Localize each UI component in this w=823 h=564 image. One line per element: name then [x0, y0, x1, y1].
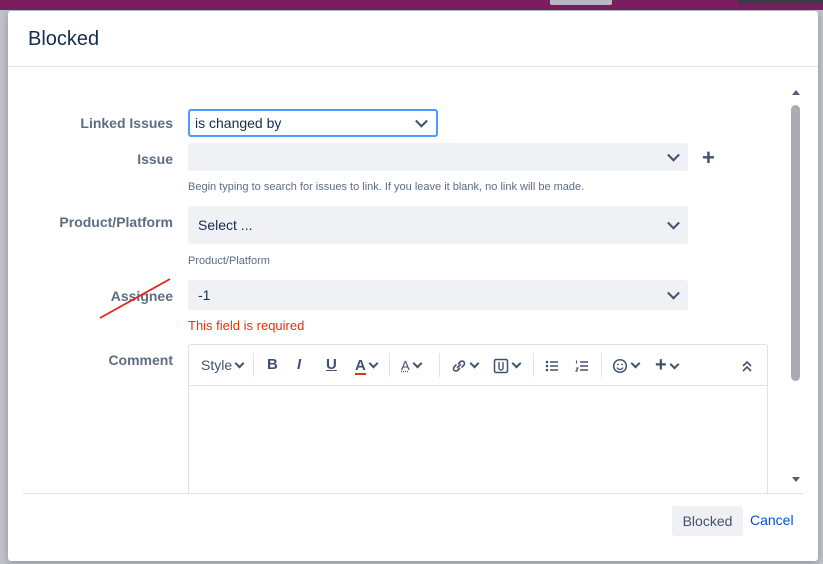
comment-label: Comment — [108, 352, 173, 368]
issue-help-text: Begin typing to search for issues to lin… — [188, 181, 585, 193]
text-color-icon: A — [355, 357, 366, 375]
collapse-icon — [742, 361, 752, 372]
bullet-list-button[interactable] — [544, 345, 560, 385]
link-icon — [452, 360, 466, 373]
more-formatting-button[interactable]: A — [401, 345, 423, 385]
chevron-down-icon — [630, 358, 641, 369]
chevron-down-icon — [511, 358, 522, 369]
italic-icon[interactable]: I — [297, 345, 301, 385]
toolbar-divider — [533, 353, 534, 377]
link-button[interactable] — [451, 345, 480, 385]
chevron-down-icon — [234, 358, 245, 369]
comment-textarea[interactable] — [189, 386, 767, 494]
underline-icon[interactable]: U — [326, 345, 337, 385]
background-top-bar — [0, 0, 823, 10]
attachment-button[interactable] — [493, 345, 522, 385]
chevron-down-icon — [412, 358, 423, 369]
add-issue-plus-icon[interactable]: + — [702, 145, 715, 171]
insert-more-icon: + — [655, 354, 667, 376]
cancel-link[interactable]: Cancel — [750, 512, 794, 528]
emoji-icon — [612, 359, 628, 374]
scroll-up-arrow-icon[interactable] — [792, 90, 800, 95]
toolbar-divider — [253, 353, 254, 377]
blocked-submit-button[interactable]: Blocked — [672, 506, 743, 536]
collapse-toolbar-button[interactable] — [741, 345, 753, 385]
comment-editor[interactable]: Style B I U A A + — [188, 344, 768, 494]
toolbar-divider — [439, 353, 440, 377]
product-platform-select[interactable]: Select ... — [188, 206, 688, 244]
scroll-down-arrow-icon[interactable] — [792, 477, 800, 482]
text-color-button[interactable]: A — [355, 345, 379, 385]
emoji-button[interactable] — [612, 345, 641, 385]
chevron-down-icon — [669, 359, 680, 370]
background-tab — [550, 0, 612, 5]
background-tab — [738, 0, 823, 4]
linked-issues-select[interactable]: is changed by — [188, 109, 438, 137]
editor-toolbar: Style B I U A A + — [189, 345, 767, 386]
chevron-down-icon — [667, 216, 680, 230]
attachment-icon — [493, 359, 509, 374]
toolbar-divider — [389, 353, 390, 377]
style-dropdown[interactable]: Style — [201, 345, 245, 385]
assignee-select[interactable]: -1 — [188, 280, 688, 310]
scrollbar-thumb[interactable] — [791, 105, 800, 381]
chevron-down-icon — [667, 148, 680, 162]
more-formatting-icon: A — [401, 358, 410, 373]
numbered-list-icon — [574, 360, 588, 372]
toolbar-divider — [601, 353, 602, 377]
issue-select[interactable] — [188, 143, 688, 171]
red-annotation-arrow-icon — [99, 278, 171, 319]
chevron-down-icon — [368, 358, 379, 369]
chevron-down-icon — [469, 358, 480, 369]
style-dropdown-label: Style — [201, 357, 233, 373]
chevron-down-icon — [415, 114, 428, 128]
bold-icon[interactable]: B — [267, 345, 278, 385]
chevron-down-icon — [667, 286, 680, 300]
insert-more-button[interactable]: + — [655, 345, 680, 385]
bullet-list-icon — [545, 360, 558, 372]
dialog-footer: Blocked Cancel — [23, 493, 803, 561]
numbered-list-button[interactable] — [574, 345, 590, 385]
blocked-dialog: Blocked Linked Issues is changed by Issu… — [8, 11, 818, 561]
